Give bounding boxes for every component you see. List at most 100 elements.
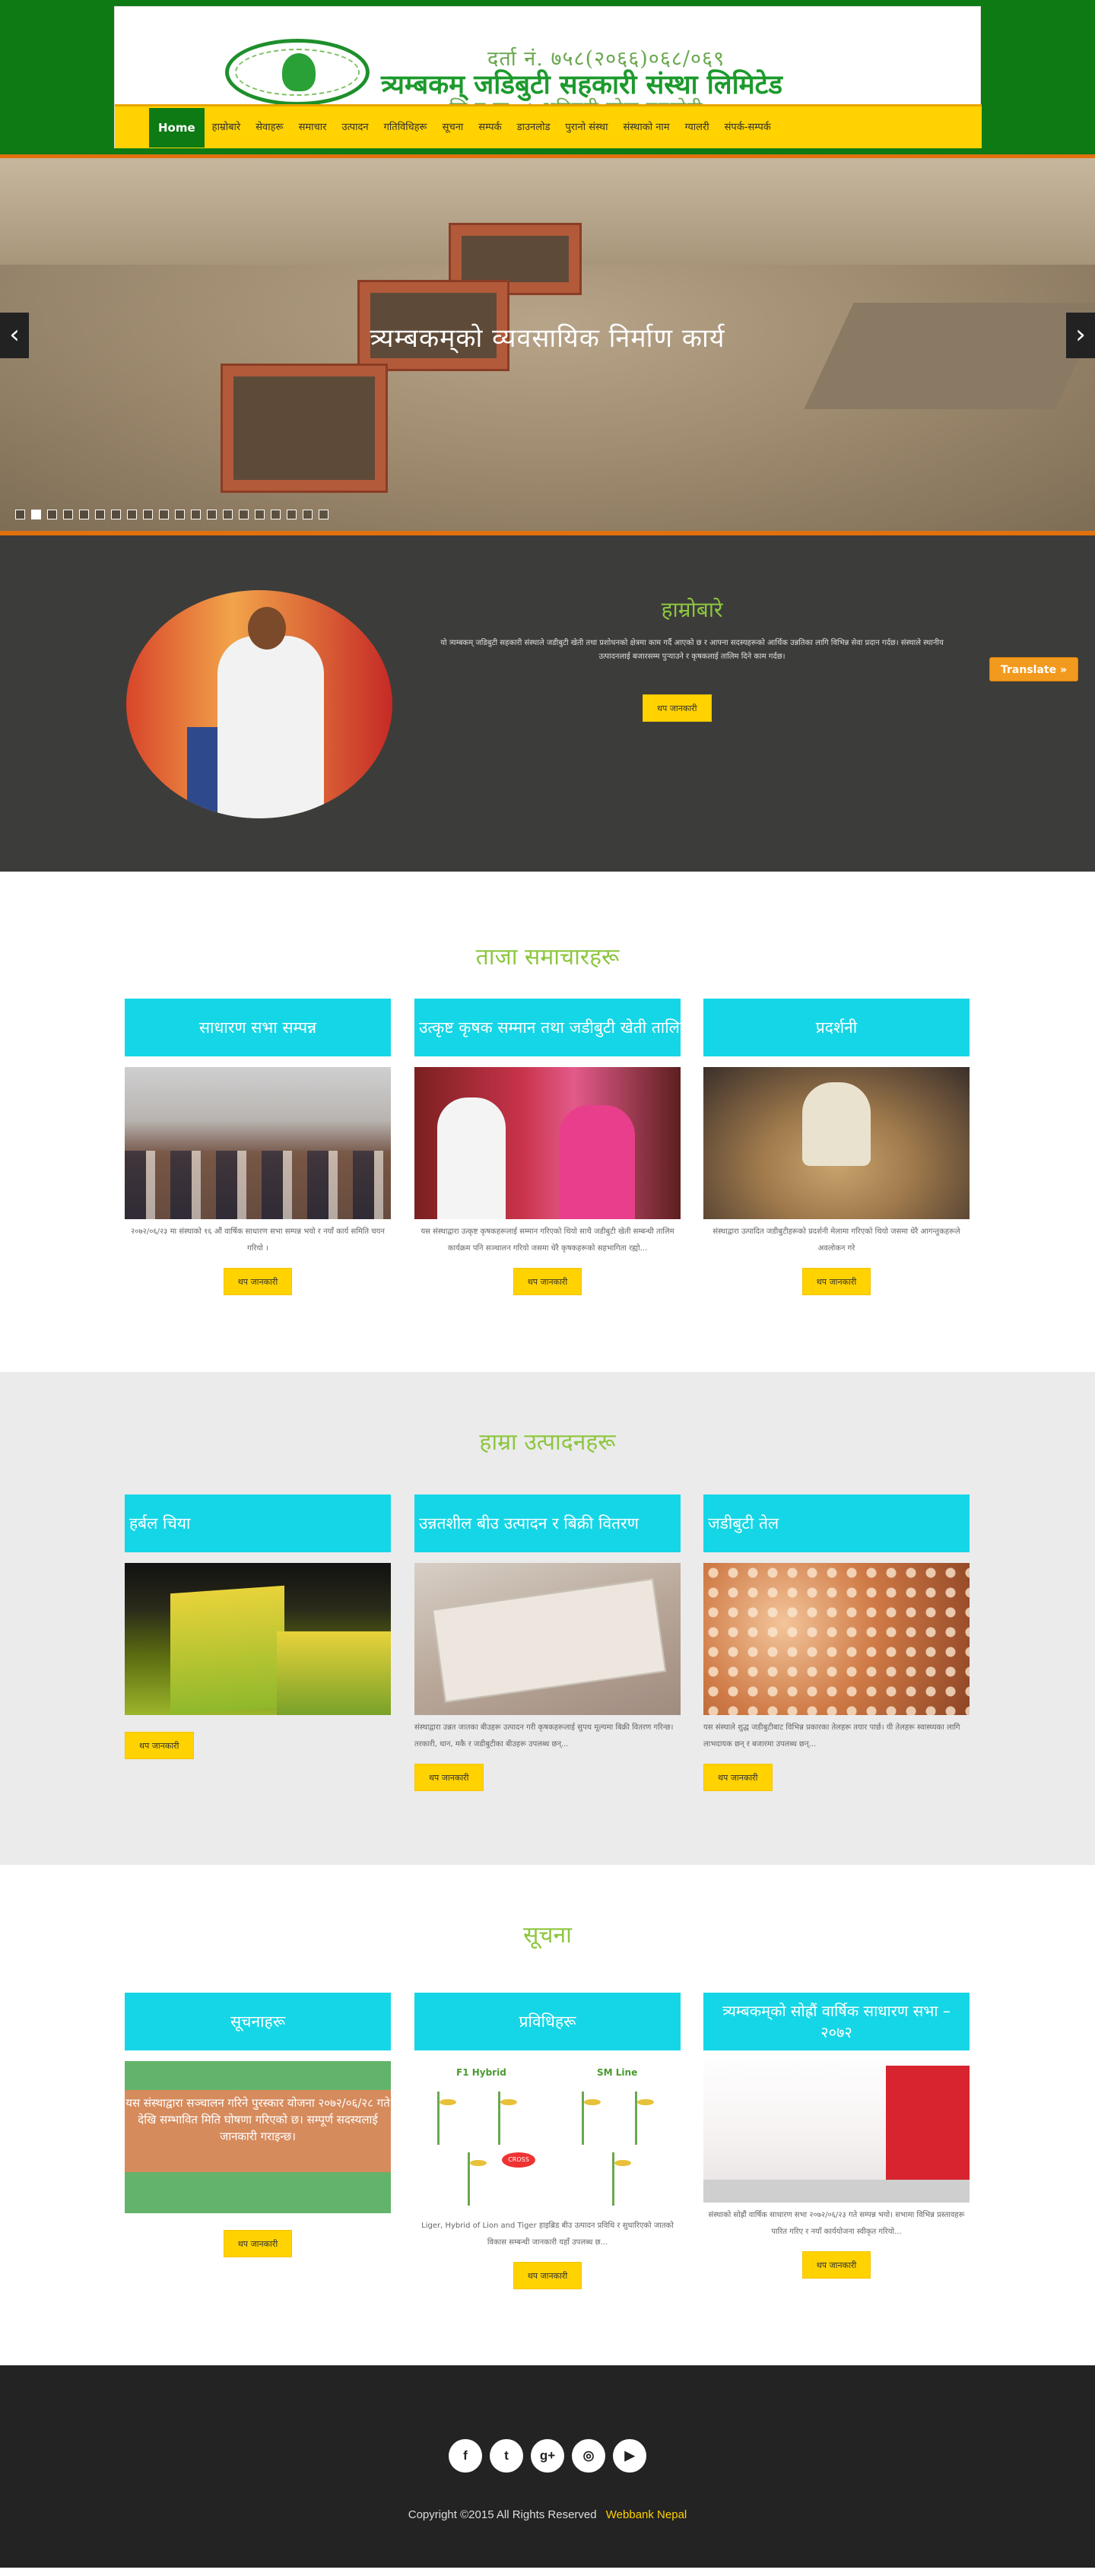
nav-contact[interactable]: सम्पर्क: [471, 108, 509, 148]
notice-card-image[interactable]: F1 Hybrid SM Line CROSS: [414, 2061, 681, 2213]
product-card-more-button[interactable]: थप जानकारी: [414, 1764, 484, 1791]
nav-contact-2[interactable]: संपर्क-सम्पर्क: [717, 108, 779, 148]
brand-box: दर्ता नं. ७५८(२०६६)०६८/०६९ त्र्यम्बकम् ज…: [114, 6, 982, 148]
diagram-label-left: F1 Hybrid: [456, 2067, 506, 2078]
slider-dot[interactable]: [15, 510, 25, 519]
nav-old-org[interactable]: पुरानो संस्था: [557, 108, 615, 148]
slider-dot[interactable]: [271, 510, 281, 519]
slider-dot[interactable]: [63, 510, 73, 519]
slider-dot[interactable]: [31, 510, 41, 519]
news-card-text: २०७२/०६/२३ मा संस्थाको १६ औं वार्षिक साध…: [131, 1228, 385, 1253]
notice-card-more-button[interactable]: थप जानकारी: [513, 2262, 582, 2289]
notice-card-image[interactable]: यस संस्थाद्वारा सञ्चालन गरिने पुरस्कार य…: [125, 2061, 391, 2213]
product-card-image[interactable]: [703, 1563, 970, 1715]
product-card-image[interactable]: [414, 1563, 681, 1715]
notice-card-title[interactable]: सूचनाहरू: [125, 1993, 391, 2050]
news-card-text: यस संस्थाद्वारा उत्कृष्ट कृषकहरूलाई सम्म…: [421, 1228, 674, 1253]
notice-card-title[interactable]: त्र्यम्बकम्‌को सोह्रौं वार्षिक साधारण सभ…: [703, 1993, 970, 2050]
news-card-title[interactable]: उत्कृष्ट कृषक सम्मान तथा जडीबुटी खेती ता…: [414, 999, 681, 1056]
news-card-more-button[interactable]: थप जानकारी: [513, 1268, 582, 1295]
slider-dot[interactable]: [319, 510, 328, 519]
news-card-image[interactable]: [125, 1067, 391, 1219]
product-card-title[interactable]: हर्बल चिया: [125, 1494, 391, 1552]
nav-about[interactable]: हाम्रोबारे: [205, 108, 249, 148]
notice-card-title[interactable]: प्रविधिहरू: [414, 1993, 681, 2050]
youtube-icon[interactable]: ▶: [613, 2439, 646, 2473]
news-card-title[interactable]: साधारण सभा सम्पन्न: [125, 999, 391, 1056]
google-plus-icon[interactable]: g+: [531, 2439, 564, 2473]
slider-dot[interactable]: [159, 510, 169, 519]
nav-products[interactable]: उत्पादन: [334, 108, 376, 148]
news-card-more-button[interactable]: थप जानकारी: [223, 1268, 293, 1295]
plant-icon: [635, 2092, 658, 2145]
brand-banner[interactable]: दर्ता नं. ७५८(२०६६)०६८/०६९ त्र्यम्बकम् ज…: [115, 7, 982, 119]
chevron-right-icon[interactable]: ›: [1066, 313, 1095, 358]
slider-dot[interactable]: [223, 510, 233, 519]
copyright-text: Copyright ©2015 All Rights Reserved: [408, 2508, 597, 2521]
nav-activities[interactable]: गतिविधिहरू: [376, 108, 435, 148]
news-card: उत्कृष्ट कृषक सम्मान तथा जडीबुटी खेती ता…: [414, 999, 681, 1295]
slider-dot[interactable]: [111, 510, 121, 519]
slider-dot[interactable]: [47, 510, 57, 519]
nav-news[interactable]: समाचार: [291, 108, 335, 148]
slider-dot[interactable]: [143, 510, 153, 519]
product-card-more-button[interactable]: थप जानकारी: [125, 1732, 194, 1759]
news-card-image[interactable]: [703, 1067, 970, 1219]
notices-heading: सूचना: [523, 1922, 572, 1949]
news-card: साधारण सभा सम्पन्न २०७२/०६/२३ मा संस्थाक…: [125, 999, 391, 1295]
news-card-title[interactable]: प्रदर्शनी: [703, 999, 970, 1056]
diagram-label-right: SM Line: [597, 2067, 638, 2078]
translate-button[interactable]: Translate »: [989, 657, 1078, 681]
social-links: f t g+ ◎ ▶: [0, 2439, 1095, 2473]
about-photo-speaker: [217, 607, 324, 818]
about-more-button[interactable]: थप जानकारी: [643, 694, 712, 722]
product-card-more-button[interactable]: थप जानकारी: [703, 1764, 773, 1791]
notice-card-image[interactable]: [703, 2050, 970, 2203]
slider-dot[interactable]: [239, 510, 249, 519]
notices-section: सूचना सूचनाहरू यस संस्थाद्वारा सञ्चालन ग…: [0, 1865, 1095, 2365]
news-heading: ताजा समाचारहरू: [475, 944, 620, 970]
slider-dot[interactable]: [95, 510, 105, 519]
slider-dot[interactable]: [255, 510, 265, 519]
nav-org-name[interactable]: संस्थाको नाम: [615, 108, 677, 148]
news-card-image[interactable]: [414, 1067, 681, 1219]
nav-gallery[interactable]: ग्यालरी: [678, 108, 717, 148]
nav-notices[interactable]: सूचना: [435, 108, 471, 148]
notice-card-more-button[interactable]: थप जानकारी: [801, 2251, 871, 2279]
plant-icon: [468, 2152, 490, 2206]
instagram-icon[interactable]: ◎: [572, 2439, 605, 2473]
about-section: हाम्रोबारे यो त्र्यम्बकम् जडिबुटी सहकारी…: [0, 535, 1095, 872]
product-card-title[interactable]: उन्नतशील बीउ उत्पादन र बिक्री वितरण: [414, 1494, 681, 1552]
facebook-icon[interactable]: f: [449, 2439, 482, 2473]
about-description: यो त्र्यम्बकम् जडिबुटी सहकारी संस्थाले ज…: [440, 639, 944, 661]
slide-caption: त्र्यम्बकम्‌को व्यवसायिक निर्माण कार्य: [370, 323, 725, 354]
news-section: ताजा समाचारहरू साधारण सभा सम्पन्न २०७२/०…: [0, 872, 1095, 1372]
slide-brick-pit: [221, 364, 388, 493]
nav-downloads[interactable]: डाउनलोड: [509, 108, 558, 148]
credit-link[interactable]: Webbank Nepal: [606, 2508, 687, 2521]
product-card: उन्नतशील बीउ उत्पादन र बिक्री वितरण संस्…: [414, 1494, 681, 1791]
twitter-icon[interactable]: t: [490, 2439, 523, 2473]
news-card-text: संस्थाद्वारा उत्पादित जडीबुटीहरूको प्रदर…: [713, 1228, 960, 1253]
slider-dot[interactable]: [191, 510, 201, 519]
news-card-more-button[interactable]: थप जानकारी: [801, 1268, 871, 1295]
nav-services[interactable]: सेवाहरू: [248, 108, 290, 148]
slider-dot[interactable]: [303, 510, 313, 519]
slider-dot[interactable]: [207, 510, 217, 519]
notice-banner-text: यस संस्थाद्वारा सञ्चालन गरिने पुरस्कार य…: [125, 2090, 391, 2172]
slider-dot[interactable]: [287, 510, 297, 519]
nav-home[interactable]: Home: [149, 107, 205, 148]
slider-dot[interactable]: [79, 510, 89, 519]
hero-slider: त्र्यम्बकम्‌को व्यवसायिक निर्माण कार्य ‹…: [0, 154, 1095, 535]
slider-dot[interactable]: [127, 510, 137, 519]
leaf-emblem-icon: [225, 39, 370, 106]
chevron-left-icon[interactable]: ‹: [0, 313, 29, 358]
product-card-text: यस संस्थाले शुद्ध जडीबुटीबाट विभिन्न प्र…: [703, 1723, 960, 1749]
product-card-title[interactable]: जडीबुटी तेल: [703, 1494, 970, 1552]
notice-card-more-button[interactable]: थप जानकारी: [223, 2230, 293, 2257]
notice-card: सूचनाहरू यस संस्थाद्वारा सञ्चालन गरिने प…: [125, 1993, 391, 2257]
slider-dot[interactable]: [175, 510, 185, 519]
product-card-text: संस्थाद्वारा उन्नत जातका बीउहरू उत्पादन …: [414, 1723, 674, 1749]
about-photo: [126, 590, 392, 818]
product-card-image[interactable]: [125, 1563, 391, 1715]
